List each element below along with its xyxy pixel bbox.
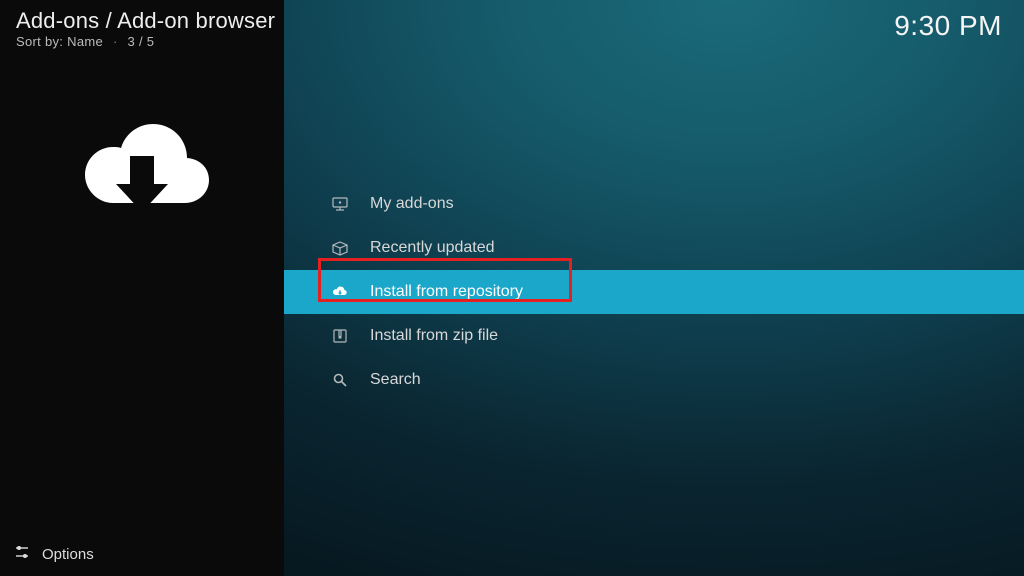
menu-item-label: Install from repository [370, 283, 523, 301]
sort-separator: · [113, 34, 118, 49]
cloud-down-icon [330, 282, 350, 302]
main-panel: 9:30 PM My add-ons [284, 0, 1024, 576]
sidebar: Add-ons / Add-on browser Sort by: Name ·… [0, 0, 284, 576]
sort-line: Sort by: Name · 3 / 5 [16, 34, 154, 49]
breadcrumb: Add-ons / Add-on browser [16, 8, 275, 34]
sliders-icon [14, 544, 30, 564]
menu-item-install-from-zip[interactable]: Install from zip file [284, 314, 1024, 358]
menu-item-my-addons[interactable]: My add-ons [284, 182, 1024, 226]
options-label: Options [42, 546, 94, 563]
sort-position: 3 / 5 [128, 34, 155, 49]
menu-item-label: Search [370, 371, 421, 389]
sort-value: Name [67, 34, 103, 49]
search-icon [330, 370, 350, 390]
menu-item-install-from-repository[interactable]: Install from repository [284, 270, 1024, 314]
menu-item-label: Recently updated [370, 239, 495, 257]
options-button[interactable]: Options [14, 544, 94, 564]
download-cloud-icon [67, 108, 217, 228]
menu-item-label: My add-ons [370, 195, 454, 213]
zip-file-icon [330, 326, 350, 346]
menu-list: My add-ons Recently updated [284, 182, 1024, 402]
sort-prefix: Sort by: [16, 34, 63, 49]
open-box-icon [330, 238, 350, 258]
monitor-icon [330, 194, 350, 214]
menu-item-label: Install from zip file [370, 327, 498, 345]
menu-item-search[interactable]: Search [284, 358, 1024, 402]
menu-item-recently-updated[interactable]: Recently updated [284, 226, 1024, 270]
clock: 9:30 PM [894, 10, 1002, 42]
screen: Add-ons / Add-on browser Sort by: Name ·… [0, 0, 1024, 576]
